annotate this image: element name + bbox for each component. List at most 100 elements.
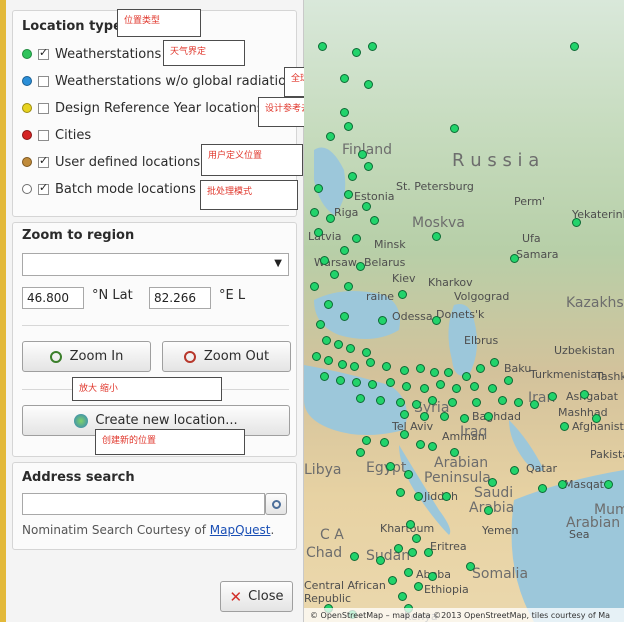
weather-station-marker[interactable]: [356, 394, 365, 403]
batch-mode-checkbox[interactable]: [38, 181, 49, 195]
weather-station-marker[interactable]: [514, 398, 523, 407]
weather-station-marker[interactable]: [472, 398, 481, 407]
weather-station-marker[interactable]: [346, 344, 355, 353]
weather-station-marker[interactable]: [318, 42, 327, 51]
weather-station-marker[interactable]: [412, 534, 421, 543]
weather-station-marker[interactable]: [340, 246, 349, 255]
weather-station-marker[interactable]: [314, 228, 323, 237]
weather-station-marker[interactable]: [414, 492, 423, 501]
weather-station-marker[interactable]: [460, 414, 469, 423]
weather-station-marker[interactable]: [320, 372, 329, 381]
design-reference-year-checkbox[interactable]: [38, 102, 49, 114]
zoom-in-button[interactable]: Zoom In: [22, 341, 151, 372]
weather-station-marker[interactable]: [396, 398, 405, 407]
weather-station-marker[interactable]: [352, 48, 361, 57]
weather-station-marker[interactable]: [428, 442, 437, 451]
weather-station-marker[interactable]: [560, 422, 569, 431]
weather-station-marker[interactable]: [484, 412, 493, 421]
weather-station-marker[interactable]: [320, 256, 329, 265]
weather-station-marker[interactable]: [484, 506, 493, 515]
weather-station-marker[interactable]: [350, 362, 359, 371]
weather-station-marker[interactable]: [428, 396, 437, 405]
weather-station-marker[interactable]: [428, 572, 437, 581]
weather-station-marker[interactable]: [400, 430, 409, 439]
weather-station-marker[interactable]: [490, 358, 499, 367]
weather-station-marker[interactable]: [548, 392, 557, 401]
map-view[interactable]: Finland R u s s i a St. Petersburg Perm' Yek…: [304, 0, 624, 622]
weather-station-marker[interactable]: [398, 290, 407, 299]
region-select[interactable]: ▼: [22, 253, 289, 276]
weather-station-marker[interactable]: [430, 368, 439, 377]
weather-station-marker[interactable]: [530, 400, 539, 409]
weather-station-marker[interactable]: [402, 382, 411, 391]
weather-station-marker[interactable]: [416, 440, 425, 449]
weather-station-marker[interactable]: [414, 582, 423, 591]
weather-station-marker[interactable]: [340, 74, 349, 83]
weather-station-marker[interactable]: [326, 132, 335, 141]
weather-station-marker[interactable]: [350, 552, 359, 561]
weather-station-marker[interactable]: [386, 378, 395, 387]
location-type-cities[interactable]: Cities: [22, 125, 91, 145]
weather-station-marker[interactable]: [604, 480, 613, 489]
weather-station-marker[interactable]: [398, 592, 407, 601]
weather-station-marker[interactable]: [388, 576, 397, 585]
weather-station-marker[interactable]: [408, 548, 417, 557]
location-type-weatherstations[interactable]: Weatherstations: [22, 44, 161, 64]
zoom-out-button[interactable]: Zoom Out: [162, 341, 291, 372]
weather-station-marker[interactable]: [348, 172, 357, 181]
weather-station-marker[interactable]: [312, 352, 321, 361]
weather-station-marker[interactable]: [436, 380, 445, 389]
weather-station-marker[interactable]: [330, 270, 339, 279]
weather-station-marker[interactable]: [470, 382, 479, 391]
weather-station-marker[interactable]: [378, 316, 387, 325]
weather-station-marker[interactable]: [376, 396, 385, 405]
location-type-design-reference-year[interactable]: Design Reference Year locations: [22, 98, 264, 118]
user-defined-checkbox[interactable]: [38, 154, 49, 168]
location-type-batch-mode[interactable]: Batch mode locations: [22, 179, 196, 199]
weather-station-marker[interactable]: [340, 108, 349, 117]
weather-station-marker[interactable]: [344, 282, 353, 291]
location-type-user-defined[interactable]: User defined locations: [22, 152, 200, 172]
weather-station-marker[interactable]: [572, 218, 581, 227]
weather-station-marker[interactable]: [412, 400, 421, 409]
weatherstations-no-radiation-checkbox[interactable]: [38, 75, 49, 87]
weather-station-marker[interactable]: [416, 364, 425, 373]
weather-station-marker[interactable]: [310, 208, 319, 217]
weather-station-marker[interactable]: [314, 184, 323, 193]
weather-station-marker[interactable]: [448, 398, 457, 407]
weather-station-marker[interactable]: [324, 300, 333, 309]
weather-station-marker[interactable]: [466, 562, 475, 571]
address-search-input[interactable]: [22, 493, 265, 515]
weather-station-marker[interactable]: [538, 484, 547, 493]
weather-station-marker[interactable]: [334, 340, 343, 349]
weather-station-marker[interactable]: [510, 466, 519, 475]
address-search-button[interactable]: [265, 493, 287, 515]
weather-station-marker[interactable]: [380, 438, 389, 447]
weather-station-marker[interactable]: [356, 262, 365, 271]
weather-station-marker[interactable]: [440, 412, 449, 421]
weather-station-marker[interactable]: [404, 470, 413, 479]
weather-station-marker[interactable]: [368, 42, 377, 51]
mapquest-link[interactable]: MapQuest: [210, 523, 271, 537]
weather-station-marker[interactable]: [344, 190, 353, 199]
weather-station-marker[interactable]: [396, 488, 405, 497]
weather-station-marker[interactable]: [580, 390, 589, 399]
weatherstations-checkbox[interactable]: [38, 46, 49, 60]
weather-station-marker[interactable]: [420, 384, 429, 393]
weather-station-marker[interactable]: [488, 384, 497, 393]
weather-station-marker[interactable]: [476, 364, 485, 373]
weather-station-marker[interactable]: [364, 162, 373, 171]
weather-station-marker[interactable]: [370, 216, 379, 225]
weather-station-marker[interactable]: [352, 234, 361, 243]
weather-station-marker[interactable]: [316, 320, 325, 329]
weather-station-marker[interactable]: [324, 356, 333, 365]
weather-station-marker[interactable]: [444, 368, 453, 377]
weather-station-marker[interactable]: [340, 312, 349, 321]
weather-station-marker[interactable]: [592, 414, 601, 423]
weather-station-marker[interactable]: [376, 556, 385, 565]
weather-station-marker[interactable]: [432, 232, 441, 241]
weather-station-marker[interactable]: [400, 410, 409, 419]
weather-station-marker[interactable]: [420, 412, 429, 421]
longitude-input[interactable]: 82.266: [149, 287, 211, 309]
weather-station-marker[interactable]: [356, 448, 365, 457]
